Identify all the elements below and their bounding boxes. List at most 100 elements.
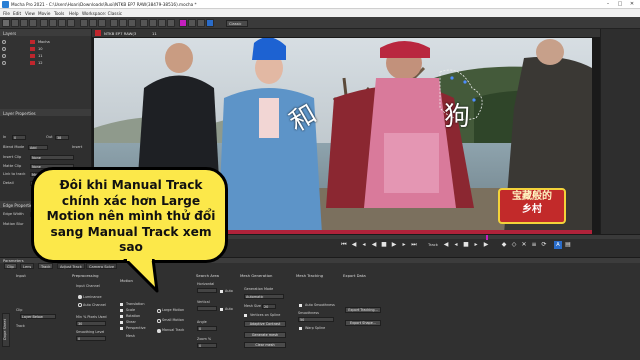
step-forward-icon[interactable]: ▸ bbox=[400, 241, 408, 249]
visibility-icon[interactable] bbox=[2, 54, 6, 58]
smoothness-field[interactable]: 50 bbox=[298, 317, 334, 322]
grid-tool-icon[interactable] bbox=[119, 19, 127, 27]
show-layer-icon[interactable] bbox=[158, 19, 166, 27]
menu-tools[interactable]: Tools bbox=[54, 11, 64, 16]
dope-sheet-tab[interactable]: Dope Sheet bbox=[2, 313, 10, 347]
workspace-dropdown[interactable]: Classic bbox=[226, 20, 248, 27]
horizontal-field[interactable] bbox=[197, 288, 217, 293]
visibility-icon[interactable] bbox=[2, 47, 6, 51]
layer-row[interactable]: 10 bbox=[2, 47, 90, 52]
track-backward-icon[interactable]: ◀ bbox=[442, 241, 450, 249]
maximize-button[interactable]: □ bbox=[614, 1, 626, 8]
track-stop-icon[interactable]: ■ bbox=[462, 241, 470, 249]
minimize-button[interactable]: – bbox=[602, 1, 614, 8]
play-forward-icon[interactable]: ▶ bbox=[390, 241, 398, 249]
tab-track[interactable]: Track bbox=[38, 263, 54, 269]
smoothing-field[interactable]: 0 bbox=[76, 336, 106, 341]
close-button[interactable]: ✕ bbox=[626, 1, 638, 8]
visibility-icon[interactable] bbox=[2, 61, 6, 65]
menu-file[interactable]: File bbox=[3, 11, 10, 16]
tab-clip[interactable]: Clip bbox=[4, 263, 17, 269]
auto-channel-radio[interactable] bbox=[78, 303, 82, 307]
tab-camera-solve[interactable]: Camera Solve bbox=[86, 263, 118, 269]
auto-track-icon[interactable]: A bbox=[554, 241, 562, 249]
blend-mode-select[interactable]: Add bbox=[28, 145, 48, 150]
track-forward-icon[interactable]: ▶ bbox=[482, 241, 490, 249]
visibility-icon[interactable] bbox=[2, 40, 6, 44]
auto-key-icon[interactable]: ≡ bbox=[530, 241, 538, 249]
rgb-icon[interactable] bbox=[197, 19, 205, 27]
go-to-start-icon[interactable]: ⏮ bbox=[340, 241, 348, 249]
menu-workspace[interactable]: Workspace: Classic bbox=[82, 11, 122, 16]
trace-icon[interactable] bbox=[188, 19, 196, 27]
clip-select[interactable]: Layer Below bbox=[20, 314, 56, 319]
track-prev-icon[interactable]: ◂ bbox=[452, 241, 460, 249]
generate-mesh-button[interactable]: Generate mesh bbox=[244, 332, 286, 338]
color-channel-icon[interactable] bbox=[206, 19, 214, 27]
min-pixels-field[interactable]: 30 bbox=[76, 321, 106, 326]
mesh-size-field[interactable]: 20 bbox=[262, 304, 276, 309]
track-next-icon[interactable]: ▸ bbox=[472, 241, 480, 249]
zoom-tool-icon[interactable] bbox=[29, 19, 37, 27]
large-motion-radio[interactable] bbox=[157, 309, 161, 313]
scale-checkbox[interactable] bbox=[120, 309, 123, 312]
translation-checkbox[interactable] bbox=[120, 303, 123, 306]
rotation-checkbox[interactable] bbox=[120, 315, 123, 318]
xspline-tool-icon[interactable] bbox=[40, 19, 48, 27]
vertical-auto-checkbox[interactable] bbox=[220, 308, 223, 311]
keyframe-icon[interactable]: ◆ bbox=[500, 241, 508, 249]
loop-icon[interactable]: ⟳ bbox=[540, 241, 548, 249]
view-options-icon[interactable] bbox=[140, 19, 148, 27]
overlay-toggle-icon[interactable] bbox=[149, 19, 157, 27]
small-motion-radio[interactable] bbox=[157, 319, 161, 323]
vertices-on-spline-checkbox[interactable] bbox=[244, 314, 247, 317]
export-tracking-button[interactable]: Export Tracking... bbox=[345, 307, 381, 313]
angle-field[interactable]: 0 bbox=[197, 326, 217, 331]
export-shape-button[interactable]: Export Shape... bbox=[345, 320, 381, 326]
tab-lens[interactable]: Lens bbox=[20, 263, 35, 269]
stabilize-icon[interactable] bbox=[179, 19, 187, 27]
horizontal-auto-checkbox[interactable] bbox=[220, 290, 223, 293]
layer-row[interactable]: 12 bbox=[2, 61, 90, 66]
manual-track-radio[interactable] bbox=[157, 329, 161, 333]
add-point-icon[interactable] bbox=[80, 19, 88, 27]
delete-keyframe-icon[interactable]: ✕ bbox=[520, 241, 528, 249]
surface-tool-icon[interactable] bbox=[110, 19, 118, 27]
shear-checkbox[interactable] bbox=[120, 321, 123, 324]
playhead[interactable] bbox=[486, 235, 488, 240]
prev-keyframe-icon[interactable]: ◀ bbox=[350, 241, 358, 249]
feather-tool-icon[interactable] bbox=[98, 19, 106, 27]
adaptive-contrast-button[interactable]: Adaptive Contrast bbox=[244, 321, 286, 327]
cache-icon[interactable]: ▤ bbox=[564, 241, 572, 249]
select-all-icon[interactable] bbox=[11, 19, 19, 27]
generation-mode-select[interactable]: Automatic bbox=[244, 294, 284, 299]
menu-movie[interactable]: Movie bbox=[38, 11, 50, 16]
remove-point-icon[interactable] bbox=[89, 19, 97, 27]
add-keyframe-icon[interactable]: ◇ bbox=[510, 241, 518, 249]
show-mattes-icon[interactable] bbox=[167, 19, 175, 27]
bezier-tool-icon[interactable] bbox=[49, 19, 57, 27]
select-tool-icon[interactable] bbox=[2, 19, 10, 27]
go-to-end-icon[interactable]: ⏭ bbox=[410, 241, 418, 249]
auto-smoothness-checkbox[interactable] bbox=[299, 304, 302, 307]
zoom-field[interactable]: 0 bbox=[197, 343, 217, 348]
step-back-icon[interactable]: ◂ bbox=[360, 241, 368, 249]
clip-tab[interactable]: NTKB EP7 RAW(3 bbox=[104, 31, 136, 36]
pan-tool-icon[interactable] bbox=[20, 19, 28, 27]
out-field[interactable]: 38 bbox=[55, 135, 69, 140]
luminance-radio[interactable] bbox=[78, 295, 82, 299]
mesh-tool-icon[interactable] bbox=[128, 19, 136, 27]
circle-tool-icon[interactable] bbox=[67, 19, 75, 27]
insert-clip-select[interactable]: None bbox=[30, 155, 74, 160]
menu-edit[interactable]: Edit bbox=[13, 11, 21, 16]
clear-mesh-button[interactable]: Clear mesh bbox=[244, 342, 286, 348]
play-backward-icon[interactable]: ◀ bbox=[370, 241, 378, 249]
tab-adjust-track[interactable]: Adjust Track bbox=[57, 263, 85, 269]
perspective-checkbox[interactable] bbox=[120, 327, 123, 330]
layer-row[interactable]: Mocha bbox=[2, 40, 90, 45]
stop-icon[interactable]: ■ bbox=[380, 241, 388, 249]
in-field[interactable]: 0 bbox=[12, 135, 26, 140]
menu-help[interactable]: Help bbox=[69, 11, 79, 16]
rect-tool-icon[interactable] bbox=[58, 19, 66, 27]
vertical-field[interactable] bbox=[197, 306, 217, 311]
